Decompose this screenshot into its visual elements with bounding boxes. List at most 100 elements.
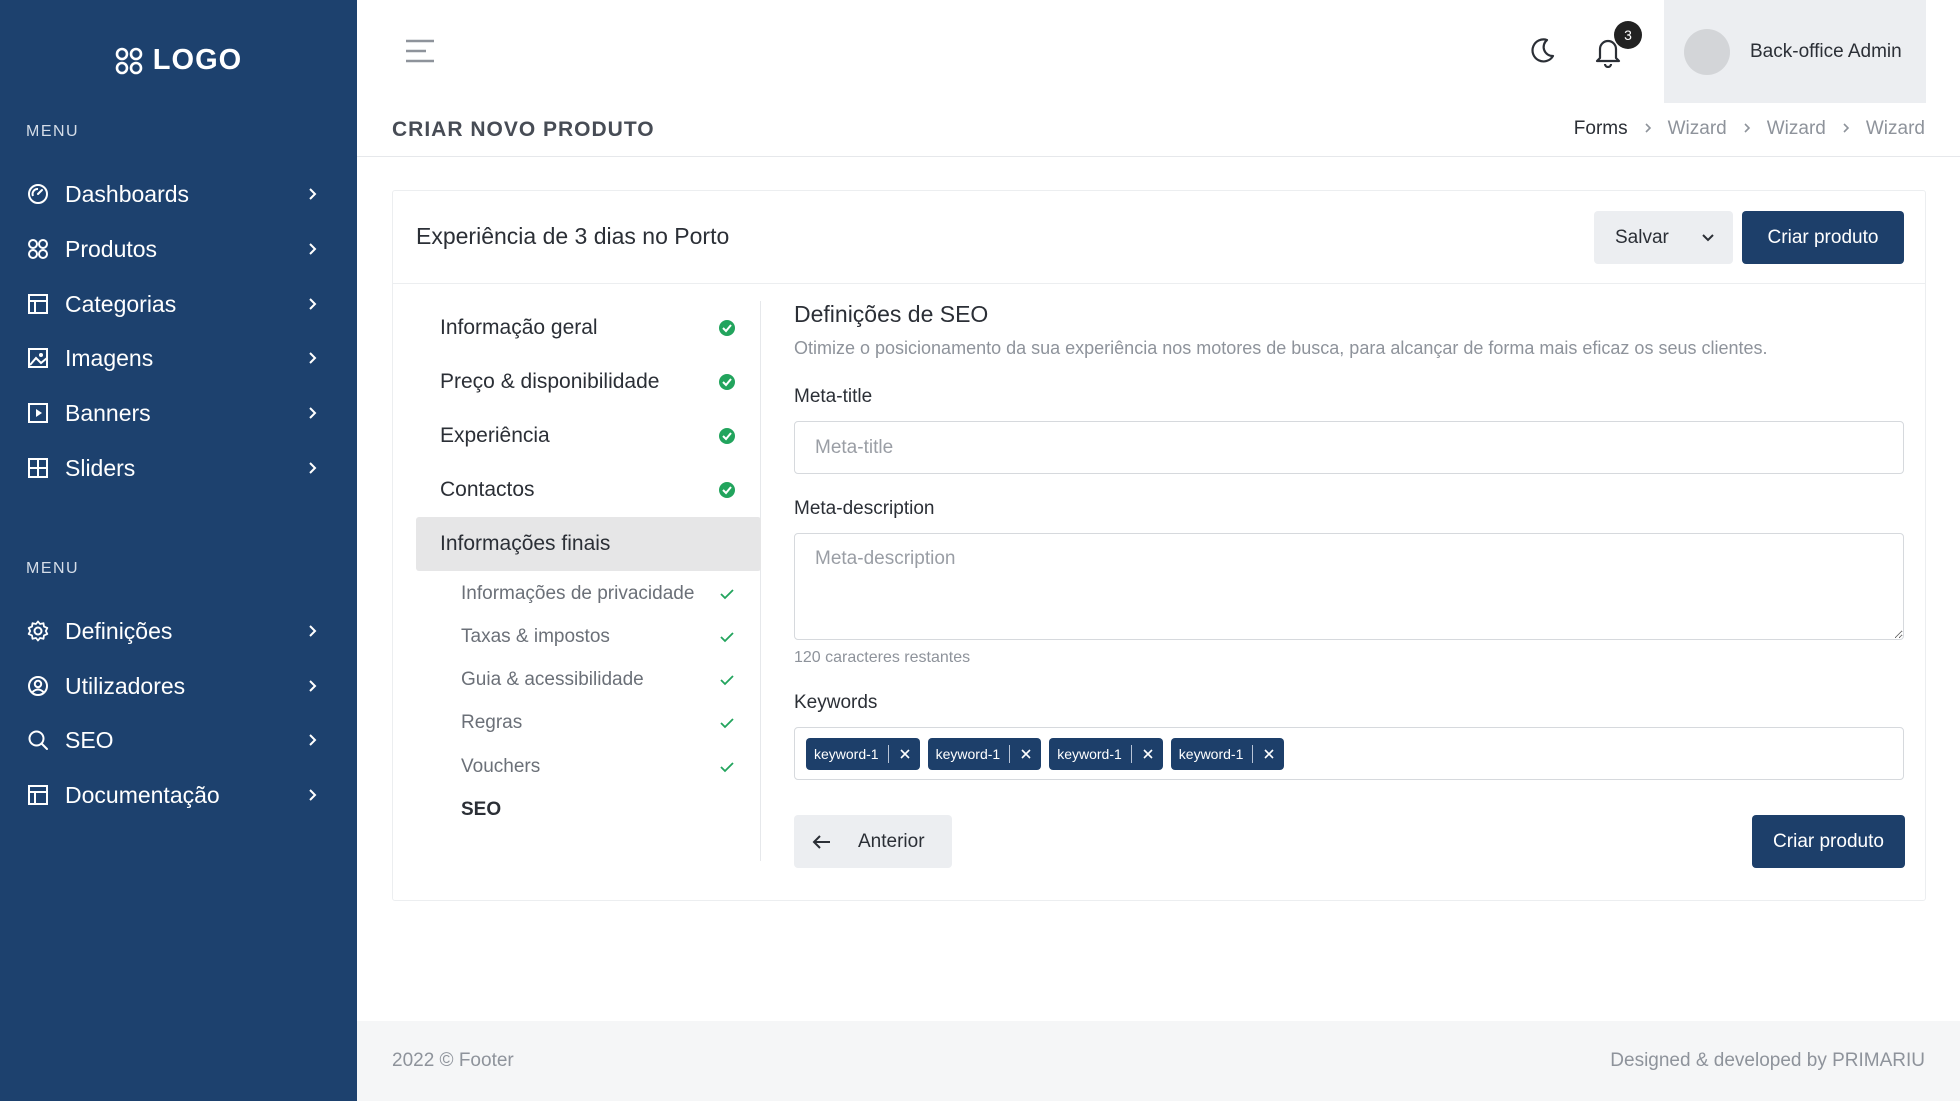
previous-button[interactable]: Anterior (794, 815, 952, 868)
meta-title-label: Meta-title (794, 386, 873, 407)
breadcrumb-item[interactable]: Forms (1574, 118, 1628, 140)
meta-description-label: Meta-description (794, 498, 935, 519)
tag-separator (1252, 744, 1254, 763)
substep-guia-acessibilidade[interactable]: Guia & acessibilidade (416, 660, 761, 700)
chevron-right-icon (305, 296, 321, 312)
user-menu[interactable]: Back-office Admin (1664, 0, 1926, 103)
form-title: Definições de SEO (794, 301, 989, 327)
sidebar-item-label: SEO (65, 726, 114, 753)
step-contactos[interactable]: Contactos (416, 463, 761, 517)
close-icon[interactable] (1141, 747, 1155, 761)
breadcrumb-item[interactable]: Wizard (1866, 118, 1925, 140)
user-name: Back-office Admin (1750, 40, 1902, 62)
meta-title-input[interactable] (794, 421, 1904, 474)
sidebar-item-label: Dashboards (65, 180, 190, 207)
create-product-button-bottom[interactable]: Criar produto (1752, 815, 1905, 868)
step-experiencia[interactable]: Experiência (416, 409, 761, 463)
substep-taxas-impostos[interactable]: Taxas & impostos (416, 617, 761, 657)
breadcrumb: Forms Wizard Wizard Wizard (1574, 118, 1925, 140)
user-circle-icon (26, 674, 50, 698)
keyword-tag-label: keyword-1 (935, 745, 1001, 762)
breadcrumb-item[interactable]: Wizard (1767, 118, 1826, 140)
moon-icon[interactable] (1527, 36, 1557, 66)
step-label: Informações finais (440, 532, 611, 555)
wizard-steps: Informação geral Preço & disponibilidade… (416, 301, 761, 861)
sidebar-item-label: Banners (65, 399, 151, 426)
check-circle-icon (719, 428, 735, 444)
card-title: Experiência de 3 dias no Porto (416, 223, 730, 249)
close-icon[interactable] (1019, 747, 1033, 761)
sidebar-item-seo[interactable]: SEO (26, 720, 321, 760)
save-button-label: Salvar (1615, 226, 1669, 248)
meta-description-textarea[interactable] (794, 533, 1904, 640)
save-dropdown-button[interactable]: Salvar (1594, 211, 1733, 264)
footer: 2022 © Footer Designed & developed by PR… (357, 1021, 1960, 1101)
substep-label: SEO (461, 799, 502, 820)
chevron-right-icon (305, 678, 321, 694)
previous-button-label: Anterior (858, 830, 925, 852)
product-card: Experiência de 3 dias no Porto Salvar Cr… (392, 190, 1926, 901)
substep-seo[interactable]: SEO (416, 790, 761, 830)
sidebar-item-categorias[interactable]: Categorias (26, 284, 321, 324)
substep-label: Taxas & impostos (461, 626, 610, 647)
chevron-right-icon (305, 460, 321, 476)
check-icon (720, 675, 734, 686)
close-icon[interactable] (1262, 747, 1276, 761)
hamburger-menu-icon[interactable] (404, 38, 436, 64)
sidebar-item-banners[interactable]: Banners (26, 393, 321, 433)
close-icon[interactable] (898, 747, 912, 761)
sidebar-item-dashboards[interactable]: Dashboards (26, 174, 321, 214)
chevron-right-icon (1743, 121, 1751, 138)
sidebar-item-sliders[interactable]: Sliders (26, 448, 321, 488)
sidebar-item-produtos[interactable]: Produtos (26, 229, 321, 269)
menu-section-label: MENU (26, 123, 80, 140)
sidebar-item-label: Imagens (65, 344, 154, 371)
sidebar-item-utilizadores[interactable]: Utilizadores (26, 666, 321, 706)
step-label: Experiência (440, 424, 550, 447)
breadcrumb-item[interactable]: Wizard (1668, 118, 1727, 140)
sidebar-item-documentacao[interactable]: Documentação (26, 775, 321, 815)
menu-section-label: MENU (26, 560, 80, 577)
header-divider (357, 156, 1960, 157)
check-circle-icon (719, 374, 735, 390)
sidebar-item-label: Documentação (65, 781, 220, 808)
create-product-button[interactable]: Criar produto (1742, 211, 1904, 264)
chevron-right-icon (1644, 121, 1652, 138)
chevron-right-icon (305, 186, 321, 202)
chevron-down-icon (1701, 229, 1715, 251)
substep-vouchers[interactable]: Vouchers (416, 747, 761, 787)
sidebar-item-imagens[interactable]: Imagens (26, 338, 321, 378)
chars-remaining-text: 120 caracteres restantes (794, 649, 971, 666)
play-square-icon (26, 401, 50, 425)
keyword-tag-label: keyword-1 (814, 745, 879, 762)
footer-copyright: 2022 © Footer (392, 1050, 514, 1071)
substep-regras[interactable]: Regras (416, 703, 761, 743)
keywords-label: Keywords (794, 692, 878, 713)
arrow-left-icon (812, 834, 830, 849)
layout-icon (26, 292, 50, 316)
tag-separator (1130, 744, 1132, 763)
step-informacao-geral[interactable]: Informação geral (416, 301, 761, 355)
step-preco-disponibilidade[interactable]: Preço & disponibilidade (416, 355, 761, 409)
avatar (1684, 28, 1730, 75)
step-informacoes-finais[interactable]: Informações finais (416, 517, 761, 571)
sidebar-item-label: Categorias (65, 290, 177, 317)
logo[interactable]: LOGO (0, 44, 357, 77)
card-header: Experiência de 3 dias no Porto Salvar Cr… (393, 191, 1925, 284)
chevron-right-icon (305, 787, 321, 803)
keyword-tag: keyword-1 (1049, 737, 1163, 770)
top-bar: 3 Back-office Admin (357, 0, 1960, 103)
tag-separator (1009, 744, 1011, 763)
keywords-input[interactable]: keyword-1 keyword-1 keyword-1 keyword-1 (794, 727, 1904, 780)
step-label: Informação geral (440, 316, 598, 339)
sidebar-item-definicoes[interactable]: Definições (26, 611, 321, 651)
substep-informacoes-privacidade[interactable]: Informações de privacidade (416, 574, 761, 614)
keyword-tag: keyword-1 (1170, 737, 1285, 770)
page-title: CRIAR NOVO PRODUTO (392, 118, 655, 141)
search-icon (26, 728, 50, 752)
check-icon (720, 632, 734, 643)
check-icon (720, 718, 734, 729)
sidebar-item-label: Utilizadores (65, 672, 186, 699)
check-icon (720, 762, 734, 773)
logo-text: LOGO (152, 44, 243, 76)
